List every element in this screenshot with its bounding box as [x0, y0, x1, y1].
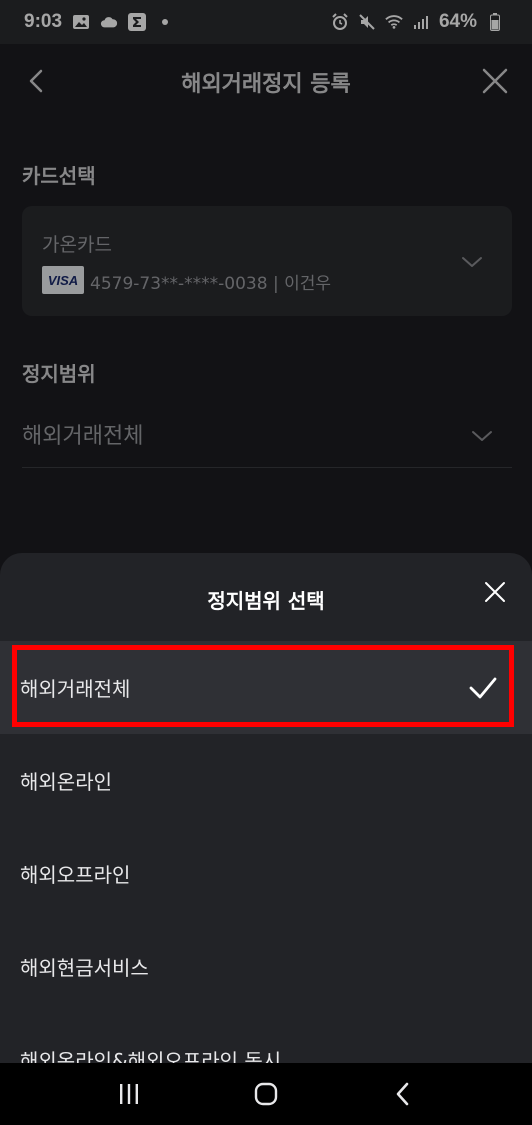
close-icon[interactable]	[482, 579, 508, 605]
option-label: 해외온라인&해외오프라인 동시	[20, 1049, 282, 1063]
status-bar: 9:03 64%	[0, 0, 532, 44]
page-title: 해외거래정지 등록	[181, 72, 351, 97]
option-online-and-offline[interactable]: 해외온라인&해외오프라인 동시	[0, 1013, 532, 1063]
page-header: 해외거래정지 등록	[0, 44, 532, 120]
option-label: 해외거래전체	[20, 677, 131, 701]
sigma-app-icon	[128, 13, 147, 31]
gallery-icon	[72, 13, 90, 31]
option-overseas-offline[interactable]: 해외오프라인	[0, 827, 532, 920]
home-icon[interactable]	[246, 1074, 286, 1114]
recent-apps-icon[interactable]	[109, 1074, 149, 1114]
cloud-icon	[100, 13, 118, 31]
alarm-icon	[331, 13, 349, 31]
status-time: 9:03	[24, 11, 63, 32]
chevron-down-icon	[460, 250, 484, 274]
option-overseas-all[interactable]: 해외거래전체	[0, 641, 532, 734]
signal-icon	[412, 13, 430, 31]
option-overseas-online[interactable]: 해외온라인	[0, 734, 532, 827]
chevron-down-icon	[470, 424, 494, 448]
sheet-title: 정지범위 선택	[207, 589, 325, 613]
close-icon[interactable]	[480, 66, 510, 96]
option-label: 해외온라인	[20, 770, 112, 794]
card-name: 가온카드	[42, 234, 112, 256]
dot-icon	[156, 13, 174, 31]
stop-range-label: 정지범위	[22, 362, 96, 386]
mute-icon	[358, 13, 376, 31]
option-label: 해외현금서비스	[20, 956, 149, 980]
check-icon	[468, 673, 498, 703]
system-nav-bar	[0, 1063, 532, 1125]
option-label: 해외오프라인	[20, 863, 131, 887]
option-overseas-cash-service[interactable]: 해외현금서비스	[0, 920, 532, 1013]
visa-card-icon: VISA	[42, 266, 84, 294]
battery-icon	[486, 13, 504, 31]
wifi-icon	[385, 13, 403, 31]
card-select-label: 카드선택	[22, 164, 96, 188]
option-list: 해외거래전체 해외온라인 해외오프라인 해외현금서비스 해외온라인&해외오프라인…	[0, 641, 532, 1063]
stop-range-bottom-sheet: 정지범위 선택 해외거래전체 해외온라인 해외오프라인 해외현금서비스 해외온라…	[0, 553, 532, 1063]
card-number: 4579-73**-****-0038 | 이건우	[90, 274, 332, 294]
chevron-left-icon[interactable]	[22, 66, 52, 96]
battery-percent: 64%	[438, 11, 477, 32]
stop-range-dropdown[interactable]: 해외거래전체	[22, 400, 512, 468]
stop-range-value: 해외거래전체	[22, 424, 144, 449]
back-icon[interactable]	[383, 1074, 423, 1114]
card-select-dropdown[interactable]: 가온카드 VISA 4579-73**-****-0038 | 이건우	[22, 206, 512, 316]
